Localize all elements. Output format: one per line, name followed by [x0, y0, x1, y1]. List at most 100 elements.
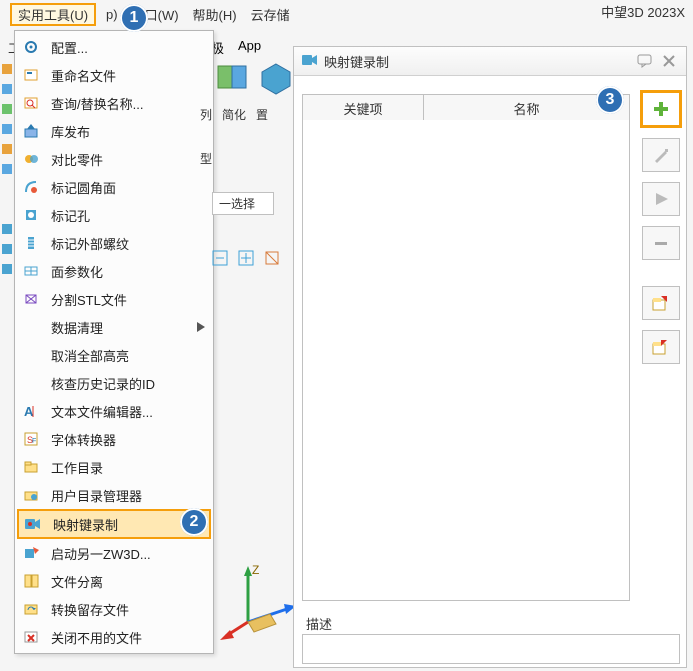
dropdown-item-18[interactable]: 启动另一ZW3D...	[15, 539, 213, 567]
dropdown-item-label: 数据清理	[51, 318, 187, 337]
none-icon	[21, 373, 41, 393]
ribbon-label: 列	[200, 106, 212, 123]
chat-icon[interactable]	[636, 52, 654, 70]
column-key[interactable]: 关键项	[303, 95, 424, 121]
ribbon-icons	[212, 58, 296, 98]
panel-title: 映射键录制	[324, 52, 630, 71]
markthread-icon	[21, 233, 41, 253]
dropdown-item-15[interactable]: 工作目录	[15, 453, 213, 481]
dropdown-item-label: 字体转换器	[51, 430, 205, 449]
rename-icon	[21, 65, 41, 85]
menu-help[interactable]: 帮助(H)	[189, 3, 241, 26]
publish-icon	[21, 121, 41, 141]
strip-icon[interactable]	[2, 124, 12, 134]
dropdown-item-label: 用户目录管理器	[51, 486, 205, 505]
dropdown-item-14[interactable]: SF字体转换器	[15, 425, 213, 453]
svg-text:Z: Z	[252, 563, 259, 577]
strip-icon[interactable]	[2, 64, 12, 74]
export-button[interactable]	[642, 330, 680, 364]
dropdown-item-label: 核查历史记录的ID	[51, 374, 205, 393]
dropdown-item-label: 转换留存文件	[51, 600, 205, 619]
dropdown-item-7[interactable]: 标记外部螺纹	[15, 229, 213, 257]
strip-icon[interactable]	[2, 264, 12, 274]
small-icon[interactable]	[238, 250, 256, 268]
dropdown-item-21[interactable]: 关闭不用的文件	[15, 623, 213, 651]
menu-p-fragment: p)	[102, 5, 122, 24]
dropdown-item-20[interactable]: 转换留存文件	[15, 595, 213, 623]
dropdown-item-10[interactable]: 数据清理	[15, 313, 213, 341]
dropdown-item-label: 关闭不用的文件	[51, 628, 205, 647]
menu-utilities[interactable]: 实用工具(U)	[10, 3, 96, 26]
remove-button[interactable]	[642, 226, 680, 260]
axis-gizmo[interactable]: Z	[220, 560, 300, 640]
strip-icon[interactable]	[2, 164, 12, 174]
menu-cloud[interactable]: 云存储	[247, 3, 294, 26]
dropdown-item-9[interactable]: 分割STL文件	[15, 285, 213, 313]
markfillet-icon	[21, 177, 41, 197]
dropdown-item-label: 面参数化	[51, 262, 205, 281]
panel-titlebar: 映射键录制	[294, 47, 686, 76]
userdir-icon	[21, 485, 41, 505]
strip-icon[interactable]	[2, 244, 12, 254]
camera-icon	[302, 53, 318, 70]
panel-side-buttons	[640, 90, 682, 364]
dropdown-item-label: 查询/替换名称...	[51, 94, 205, 113]
play-button[interactable]	[642, 182, 680, 216]
dropdown-item-label: 分割STL文件	[51, 290, 205, 309]
ribbon-icon-1[interactable]	[212, 58, 252, 98]
dropdown-item-4[interactable]: 对比零件	[15, 145, 213, 173]
dropdown-item-11[interactable]: 取消全部高亮	[15, 341, 213, 369]
dropdown-item-label: 配置...	[51, 38, 205, 57]
dataclean-icon	[21, 317, 41, 337]
select-dropdown[interactable]: 一选择	[212, 192, 274, 215]
findreplace-icon	[21, 93, 41, 113]
close-icon[interactable]	[660, 52, 678, 70]
dropdown-item-0[interactable]: 配置...	[15, 33, 213, 61]
dropdown-item-3[interactable]: 库发布	[15, 117, 213, 145]
import-button[interactable]	[642, 286, 680, 320]
convert-icon	[21, 599, 41, 619]
dropdown-item-13[interactable]: A 文本文件编辑器...	[15, 397, 213, 425]
strip-icon[interactable]	[2, 224, 12, 234]
texteditor-icon: A	[21, 401, 41, 421]
dropdown-item-6[interactable]: 标记孔	[15, 201, 213, 229]
dropdown-item-16[interactable]: 用户目录管理器	[15, 481, 213, 509]
splitstl-icon	[21, 289, 41, 309]
strip-icon[interactable]	[2, 84, 12, 94]
dropdown-item-label: 标记圆角面	[51, 178, 205, 197]
dropdown-item-19[interactable]: 文件分离	[15, 567, 213, 595]
dropdown-item-label: 对比零件	[51, 150, 205, 169]
filesplit-icon	[21, 571, 41, 591]
dropdown-item-5[interactable]: 标记圆角面	[15, 173, 213, 201]
dropdown-item-label: 工作目录	[51, 458, 205, 477]
small-icon[interactable]	[264, 250, 282, 268]
edit-button[interactable]	[642, 138, 680, 172]
gear-icon	[21, 37, 41, 57]
menu-bar: 实用工具(U) p) 窗口(W) 帮助(H) 云存储	[0, 2, 693, 26]
strip-icon[interactable]	[2, 104, 12, 114]
add-button[interactable]	[640, 90, 682, 128]
ribbon-labels: 列 简化 置	[200, 106, 268, 123]
dropdown-item-12[interactable]: 核查历史记录的ID	[15, 369, 213, 397]
dropdown-item-label: 文本文件编辑器...	[51, 402, 205, 421]
dropdown-item-label: 标记外部螺纹	[51, 234, 205, 253]
dropdown-item-8[interactable]: 面参数化	[15, 257, 213, 285]
strip-icon[interactable]	[2, 144, 12, 154]
table-body[interactable]	[302, 120, 630, 601]
dropdown-item-label: 库发布	[51, 122, 205, 141]
mapping-key-panel: 映射键录制 关键项 名称	[293, 46, 687, 668]
ribbon-label: 置	[256, 106, 268, 123]
compare-icon	[21, 149, 41, 169]
dropdown-item-1[interactable]: 重命名文件	[15, 61, 213, 89]
annotation-1: 1	[120, 4, 148, 32]
dropdown-item-2[interactable]: 查询/替换名称...	[15, 89, 213, 117]
ribbon-icon-2[interactable]	[256, 58, 296, 98]
record-icon	[23, 514, 43, 534]
menu2-app[interactable]: App	[238, 38, 261, 57]
faceparam-icon	[21, 261, 41, 281]
left-tool-strip	[0, 58, 14, 664]
closeunused-icon	[21, 627, 41, 647]
table-header: 关键项 名称	[302, 94, 630, 122]
small-icon[interactable]	[212, 250, 230, 268]
description-input[interactable]	[302, 634, 680, 664]
